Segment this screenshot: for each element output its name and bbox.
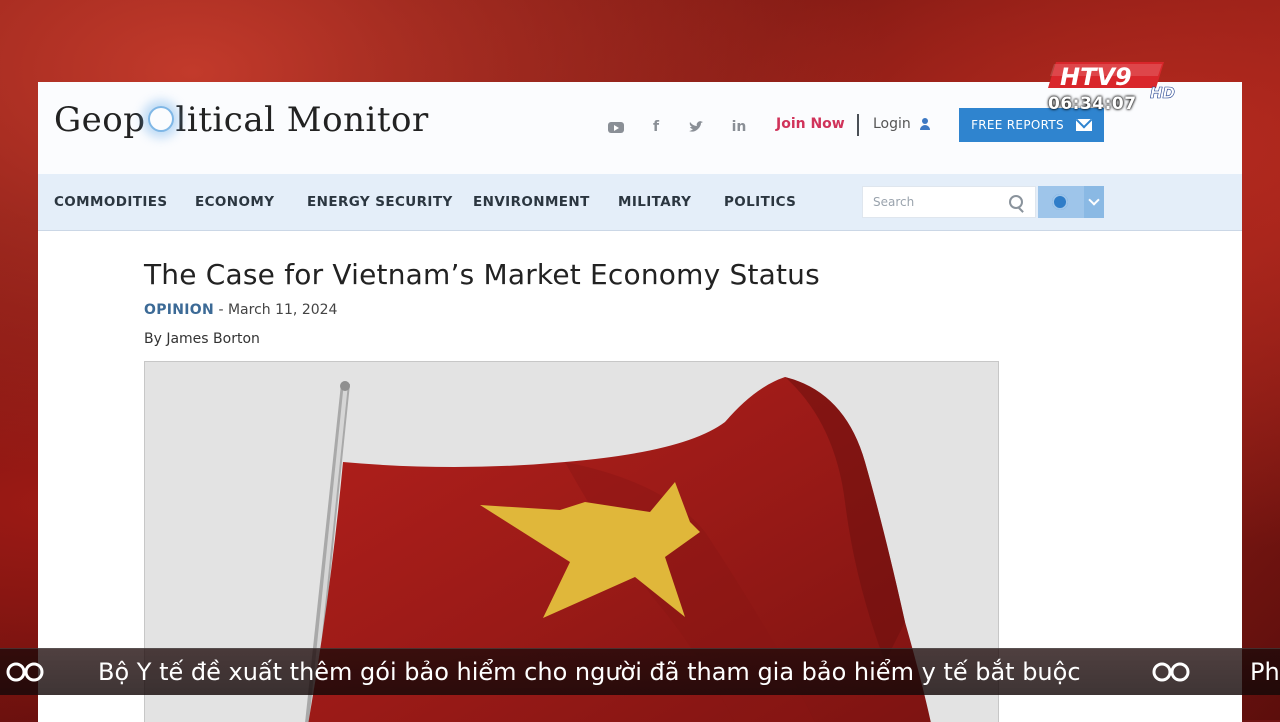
ticker-separator-icon xyxy=(1152,662,1190,682)
dropdown-toggle[interactable] xyxy=(1084,186,1104,218)
nav-item-energy-security[interactable]: ENERGY SECURITY xyxy=(307,194,453,210)
ticker-next-headline: Ph xyxy=(1250,658,1280,686)
ticker-headline: Bộ Y tế đề xuất thêm gói bảo hiểm cho ng… xyxy=(98,658,1081,686)
search-box xyxy=(862,186,1036,218)
gear-icon xyxy=(1052,194,1068,210)
login-link[interactable]: Login xyxy=(873,116,931,132)
news-ticker: Bộ Y tế đề xuất thêm gói bảo hiểm cho ng… xyxy=(0,648,1280,695)
login-label: Login xyxy=(873,116,911,132)
article-category[interactable]: OPINION xyxy=(144,302,214,318)
header-divider xyxy=(857,114,859,136)
site-logo[interactable]: Geop litical Monitor xyxy=(54,100,429,140)
channel-hd-badge: HD xyxy=(1150,84,1175,102)
search-icon[interactable] xyxy=(1009,195,1023,209)
article-title: The Case for Vietnam’s Market Economy St… xyxy=(144,258,820,291)
browser-page: Geop litical Monitor f in Join Now Login … xyxy=(38,82,1242,722)
twitter-icon[interactable] xyxy=(685,116,707,138)
settings-dropdown-button[interactable] xyxy=(1038,186,1104,218)
join-now-link[interactable]: Join Now xyxy=(776,116,845,132)
nav-item-politics[interactable]: POLITICS xyxy=(724,194,796,210)
nav-item-commodities[interactable]: COMMODITIES xyxy=(54,194,168,210)
nav-item-environment[interactable]: ENVIRONMENT xyxy=(473,194,590,210)
youtube-icon[interactable] xyxy=(605,116,627,138)
channel-name: HTV9 xyxy=(1060,63,1132,91)
free-reports-label: FREE REPORTS xyxy=(971,118,1064,132)
user-icon xyxy=(919,118,931,130)
nav-item-military[interactable]: MILITARY xyxy=(618,194,691,210)
article-meta: OPINION - March 11, 2024 xyxy=(144,302,337,318)
chevron-down-icon xyxy=(1088,194,1100,206)
logo-text-left: Geop xyxy=(54,100,146,140)
main-nav: COMMODITIES ECONOMY ENERGY SECURITY ENVI… xyxy=(38,174,1242,231)
envelope-icon xyxy=(1075,119,1092,131)
globe-icon xyxy=(147,106,174,132)
search-input[interactable] xyxy=(871,194,1005,210)
linkedin-icon[interactable]: in xyxy=(728,116,750,138)
article-byline: By James Borton xyxy=(144,331,260,347)
facebook-icon[interactable]: f xyxy=(645,116,667,138)
ticker-separator-icon xyxy=(6,662,44,682)
logo-text-right: litical Monitor xyxy=(175,100,429,140)
article-date: - March 11, 2024 xyxy=(218,302,338,318)
broadcast-clock: 06:34:07 xyxy=(1048,94,1137,114)
nav-item-economy[interactable]: ECONOMY xyxy=(195,194,274,210)
